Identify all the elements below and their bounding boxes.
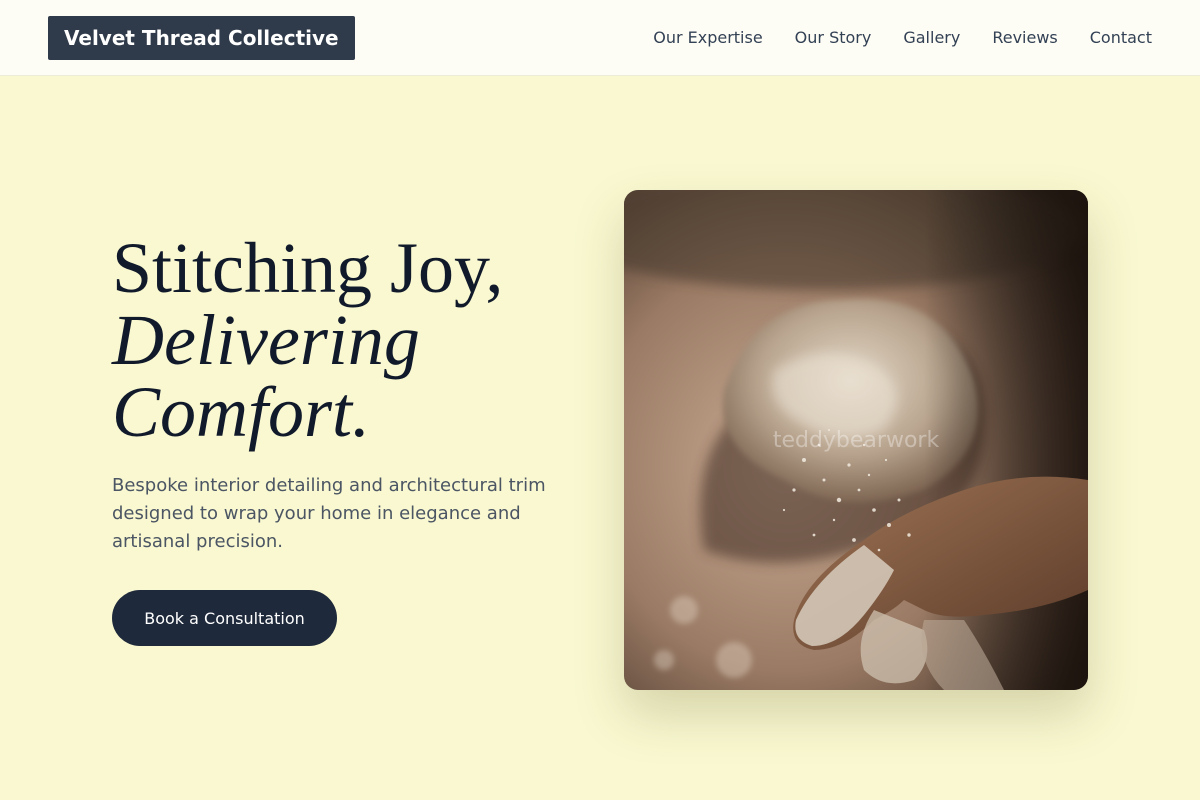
headline-line-1: Stitching Joy, (112, 228, 504, 308)
nav-link-gallery[interactable]: Gallery (903, 28, 960, 47)
nav-link-story[interactable]: Our Story (795, 28, 872, 47)
hero-photo: teddybearwork (624, 190, 1088, 690)
nav-link-contact[interactable]: Contact (1090, 28, 1152, 47)
main-nav: Our Expertise Our Story Gallery Reviews … (653, 28, 1152, 47)
headline-line-3: Comfort. (112, 372, 371, 452)
nav-link-expertise[interactable]: Our Expertise (653, 28, 762, 47)
brand-logo[interactable]: Velvet Thread Collective (48, 15, 355, 60)
nav-link-reviews[interactable]: Reviews (992, 28, 1057, 47)
site-header: Velvet Thread Collective Our Expertise O… (0, 0, 1200, 76)
hero-description: Bespoke interior detailing and architect… (112, 475, 546, 552)
hero-headline: Stitching Joy, Delivering Comfort. (112, 232, 572, 448)
headline-line-2: Delivering (112, 300, 420, 380)
book-consultation-button[interactable]: Book a Consultation (112, 590, 337, 646)
image-watermark: teddybearwork (772, 428, 940, 453)
hero-text: Stitching Joy, Delivering Comfort. Bespo… (112, 232, 572, 556)
